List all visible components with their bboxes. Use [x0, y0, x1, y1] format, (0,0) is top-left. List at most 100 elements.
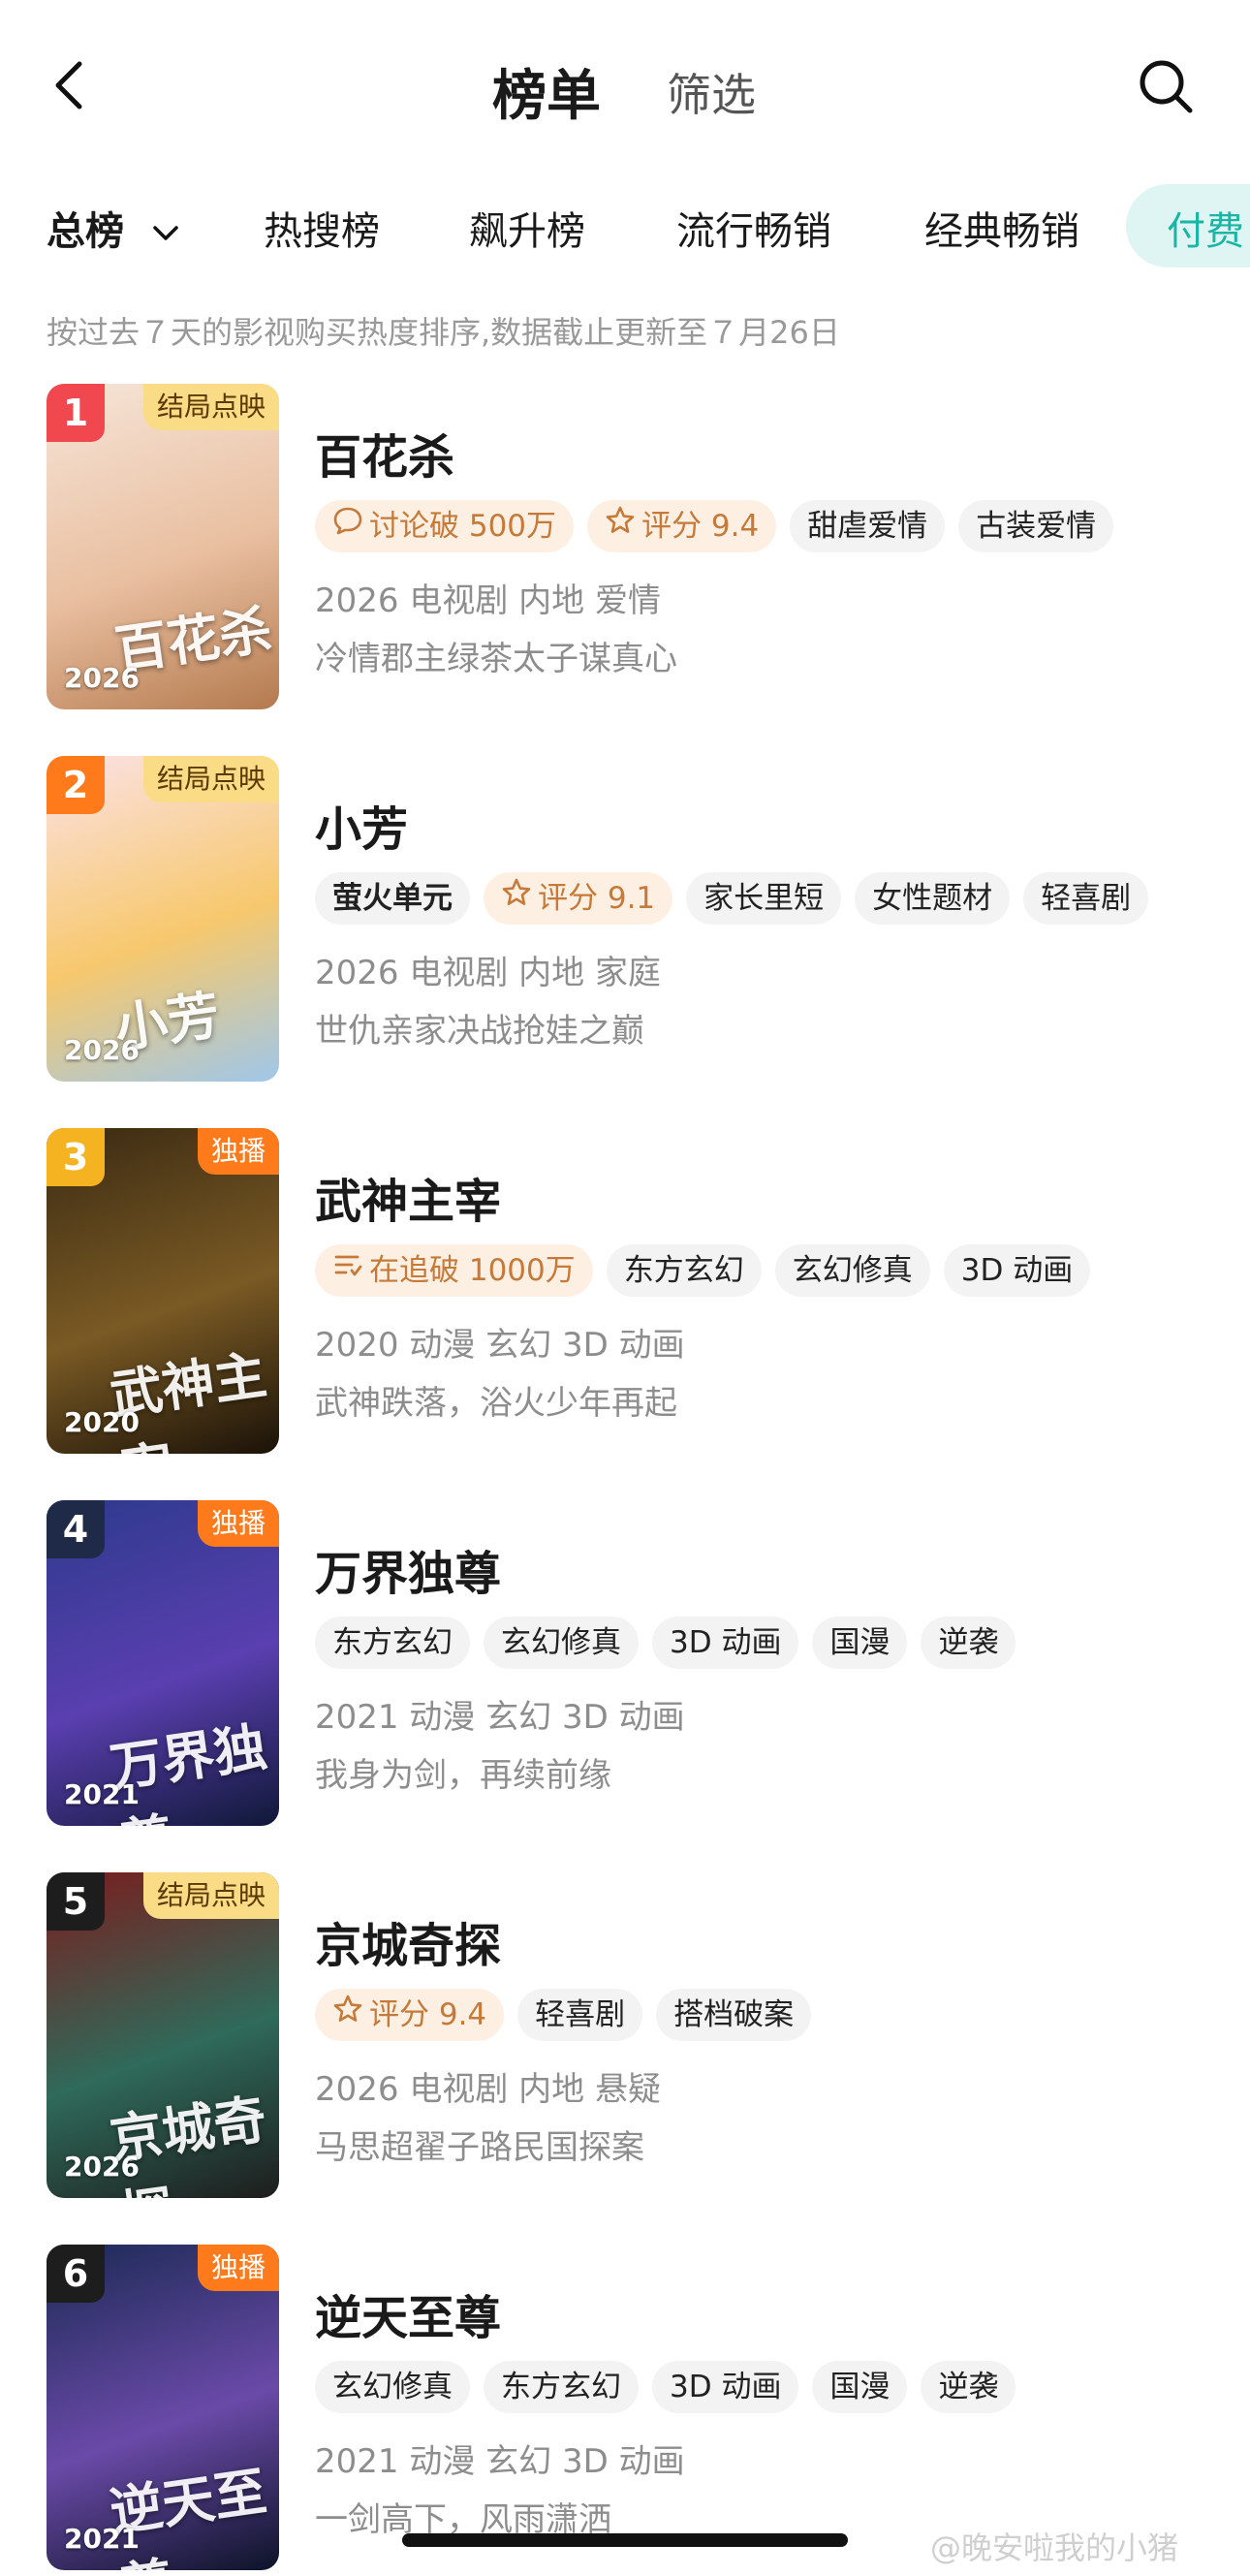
tag-chip[interactable]: 玄幻修真 [774, 1244, 930, 1297]
item-title[interactable]: 武神主宰 [315, 1163, 501, 1231]
tag-label: 搭档破案 [673, 1997, 795, 2032]
filter-tab[interactable]: 筛选 [667, 60, 756, 124]
tag-label: 3D 动画 [670, 1625, 782, 1660]
tag-chip[interactable]: 古装爱情 [958, 500, 1114, 552]
item-description: 世仇亲家决战抢娃之巅 [315, 1012, 644, 1051]
poster-year: 2021 [64, 2523, 140, 2555]
tag-label: 家长里短 [703, 881, 825, 916]
tag-chip[interactable]: 玄幻修真 [315, 2361, 470, 2413]
ranking-item[interactable]: 百花杀 1 结局点映 2026 百花杀 讨论破 500万 评分 9.4 甜虐爱情 古装爱情 202… [0, 384, 1250, 713]
poster-year: 2026 [64, 2151, 140, 2183]
tag-label: 逆袭 [938, 1625, 999, 1660]
item-meta: 2021 动漫 玄幻 3D 动画 [315, 1698, 685, 1737]
tag-chip[interactable]: 逆袭 [921, 2361, 1016, 2413]
tag-chip[interactable]: 国漫 [812, 2361, 908, 2413]
tag-label: 逆袭 [938, 2370, 999, 2404]
rank-badge: 5 [47, 1872, 105, 1931]
tag-row: 评分 9.4 轻喜剧 搭档破案 [315, 1989, 825, 2041]
tag-chip[interactable]: 搭档破案 [656, 1989, 812, 2041]
tag-label: 轻喜剧 [1041, 881, 1132, 916]
star-icon [332, 1989, 363, 2041]
item-title[interactable]: 小芳 [315, 791, 408, 859]
tag-chip[interactable]: 东方玄幻 [484, 2361, 639, 2413]
poster-thumbnail[interactable]: 万界独尊 4 独播 2021 [47, 1500, 279, 1826]
tag-chip[interactable]: 评分 9.1 [484, 872, 673, 925]
page-title[interactable]: 榜单 [492, 52, 601, 131]
tag-row: 东方玄幻 玄幻修真 3D 动画 国漫 逆袭 [315, 1617, 1029, 1669]
search-button[interactable] [1134, 54, 1198, 118]
tag-chip[interactable]: 轻喜剧 [1023, 872, 1149, 925]
tag-chip[interactable]: 国漫 [812, 1617, 908, 1669]
tag-chip[interactable]: 萤火单元 [315, 872, 470, 925]
tab-label: 总榜 [47, 209, 124, 254]
item-title[interactable]: 万界独尊 [315, 1535, 501, 1603]
poster-thumbnail[interactable]: 京城奇探 5 结局点映 2026 [47, 1872, 279, 2198]
poster-thumbnail[interactable]: 逆天至尊 6 独播 2021 [47, 2245, 279, 2570]
tab-paid[interactable]: 付费 [1126, 184, 1250, 267]
ranking-item[interactable]: 万界独尊 4 独播 2021 万界独尊东方玄幻 玄幻修真 3D 动画 国漫 逆袭 2021 动漫 … [0, 1500, 1250, 1830]
category-tabs: 总榜 热搜榜 飙升榜 流行畅销 经典畅销 付费 [0, 180, 1250, 273]
tag-chip[interactable]: 评分 9.4 [587, 500, 777, 552]
tag-chip[interactable]: 玄幻修真 [484, 1617, 639, 1669]
poster-thumbnail[interactable]: 小芳 2 结局点映 2026 [47, 756, 279, 1082]
tab-overall[interactable]: 总榜 [47, 200, 180, 256]
chevron-left-icon [55, 61, 82, 110]
tag-label: 国漫 [829, 2370, 891, 2404]
tag-label: 3D 动画 [670, 2370, 782, 2404]
tag-chip[interactable]: 3D 动画 [652, 2361, 799, 2413]
star-icon [501, 872, 532, 925]
top-bar: 榜单 筛选 [0, 0, 1250, 174]
tag-chip[interactable]: 讨论破 500万 [315, 500, 575, 552]
tab-classic-sales[interactable]: 经典畅销 [924, 200, 1079, 256]
search-icon [1140, 60, 1193, 113]
tag-label: 在追破 1000万 [369, 1253, 576, 1288]
ranking-item[interactable]: 小芳 2 结局点映 2026 小芳 萤火单元 评分 9.1 家长里短 女性题材 轻喜剧 2026 电… [0, 756, 1250, 1085]
tag-label: 甜虐爱情 [807, 509, 928, 544]
poster-year: 2026 [64, 1034, 140, 1066]
item-meta: 2021 动漫 玄幻 3D 动画 [315, 2442, 685, 2481]
poster-thumbnail[interactable]: 武神主宰 3 独播 2020 [47, 1128, 279, 1454]
tag-row: 玄幻修真 东方玄幻 3D 动画 国漫 逆袭 [315, 2361, 1029, 2413]
tab-rising[interactable]: 飙升榜 [469, 200, 585, 256]
tag-chip[interactable]: 女性题材 [855, 872, 1011, 925]
status-badge: 结局点映 [142, 384, 279, 430]
tag-chip[interactable]: 3D 动画 [943, 1244, 1091, 1297]
tab-popular-sales[interactable]: 流行畅销 [676, 200, 831, 256]
rank-badge: 3 [47, 1128, 105, 1186]
tag-label: 东方玄幻 [332, 1625, 453, 1660]
item-meta: 2026 电视剧 内地 悬疑 [315, 2070, 661, 2109]
tag-chip[interactable]: 在追破 1000万 [315, 1244, 593, 1297]
tag-label: 萤火单元 [332, 881, 453, 916]
poster-year: 2021 [64, 1778, 140, 1810]
status-badge: 结局点映 [142, 756, 279, 802]
tag-label: 古装爱情 [976, 509, 1097, 544]
tag-label: 国漫 [829, 1625, 891, 1660]
tag-chip[interactable]: 东方玄幻 [606, 1244, 762, 1297]
tag-label: 轻喜剧 [535, 1997, 626, 2032]
ranking-description: 按过去７天的影视购买热度排序,数据截止更新至７月26日 [47, 314, 840, 351]
chat-icon [332, 500, 363, 552]
back-button[interactable] [43, 56, 101, 114]
item-title[interactable]: 京城奇探 [315, 1907, 501, 1975]
item-title[interactable]: 逆天至尊 [315, 2279, 501, 2347]
ranking-item[interactable]: 武神主宰 3 独播 2020 武神主宰 在追破 1000万 东方玄幻 玄幻修真 3D 动画 202… [0, 1128, 1250, 1458]
tag-chip[interactable]: 轻喜剧 [517, 1989, 643, 2041]
tag-label: 玄幻修真 [792, 1253, 913, 1288]
poster-thumbnail[interactable]: 百花杀 1 结局点映 2026 [47, 384, 279, 709]
tag-chip[interactable]: 评分 9.4 [315, 1989, 505, 2041]
tag-label: 东方玄幻 [623, 1253, 744, 1288]
tag-chip[interactable]: 家长里短 [686, 872, 842, 925]
poster-year: 2026 [64, 662, 140, 694]
item-title[interactable]: 百花杀 [315, 419, 454, 487]
rank-badge: 1 [47, 384, 105, 442]
tab-hot-search[interactable]: 热搜榜 [264, 200, 380, 256]
tag-label: 玄幻修真 [332, 2370, 453, 2404]
ranking-item[interactable]: 京城奇探 5 结局点映 2026 京城奇探评分 9.4 轻喜剧 搭档破案 2026 电视剧 内… [0, 1872, 1250, 2202]
tag-chip[interactable]: 3D 动画 [652, 1617, 799, 1669]
tag-label: 玄幻修真 [501, 1625, 621, 1660]
tag-chip[interactable]: 逆袭 [921, 1617, 1016, 1669]
item-description: 我身为剑，再续前缘 [315, 1756, 611, 1795]
item-meta: 2026 电视剧 内地 爱情 [315, 581, 661, 620]
tag-chip[interactable]: 东方玄幻 [315, 1617, 470, 1669]
tag-chip[interactable]: 甜虐爱情 [790, 500, 946, 552]
